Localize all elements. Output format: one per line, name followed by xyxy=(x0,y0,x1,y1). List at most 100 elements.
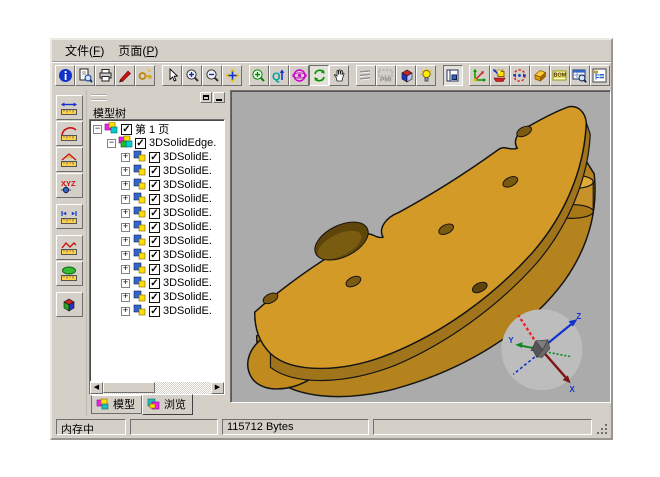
tree-row-part[interactable]: 3DSolidE. xyxy=(90,220,224,234)
tree-expander[interactable] xyxy=(121,265,130,274)
zoom-window-button[interactable] xyxy=(249,65,269,86)
bom-button[interactable]: BOM xyxy=(550,65,570,86)
tree-expander[interactable] xyxy=(121,195,130,204)
tree-checkbox[interactable] xyxy=(149,194,160,205)
tree-expander[interactable] xyxy=(121,153,130,162)
svg-text:XYZ: XYZ xyxy=(61,179,76,188)
panel-tabs: 模型 浏览 xyxy=(89,395,225,416)
open-preview-button[interactable] xyxy=(75,65,95,86)
move-axes-button[interactable] xyxy=(469,65,489,86)
part-icon xyxy=(132,303,147,319)
annotate-pen-button[interactable] xyxy=(115,65,135,86)
measure-angle-button[interactable] xyxy=(56,147,83,172)
measure-volume-button[interactable] xyxy=(56,292,83,317)
scrollbar-thumb[interactable] xyxy=(103,382,155,393)
eraser-button[interactable] xyxy=(530,65,550,86)
annotate-pen-icon xyxy=(118,68,133,83)
nav-ball[interactable]: Z Y X xyxy=(501,309,582,394)
scroll-right-button[interactable]: ▶ xyxy=(211,382,224,394)
measure-area-button[interactable] xyxy=(56,261,83,286)
status-field-4 xyxy=(373,419,592,435)
model-tree[interactable]: 第 1 页 3DSolidEdge. 3DSolidE. 3DSolidE. 3… xyxy=(89,119,225,395)
measure-coordinate-button[interactable]: XYZ xyxy=(56,173,83,198)
tree-expander[interactable] xyxy=(121,237,130,246)
viewport-3d[interactable]: Z Y X xyxy=(230,90,611,403)
tree-checkbox[interactable] xyxy=(149,152,160,163)
resize-grip[interactable] xyxy=(596,423,608,435)
material-cube-button[interactable] xyxy=(396,65,416,86)
zoom-dynamic-button[interactable]: Q xyxy=(269,65,289,86)
tree-checkbox[interactable] xyxy=(149,264,160,275)
tree-expander[interactable] xyxy=(93,125,102,134)
tree-row-part[interactable]: 3DSolidE. xyxy=(90,262,224,276)
panel-book-button[interactable] xyxy=(443,65,463,86)
orbit-rotate-button[interactable] xyxy=(289,65,309,86)
menu-file[interactable]: 文件(F) xyxy=(58,40,111,61)
menu-page[interactable]: 页面(P) xyxy=(111,40,165,61)
viewport-canvas: Z Y X xyxy=(231,91,610,402)
tree-checkbox[interactable] xyxy=(149,236,160,247)
scroll-left-button[interactable]: ◀ xyxy=(90,382,103,394)
tree-row-assembly[interactable]: 3DSolidEdge. xyxy=(90,136,224,150)
layers-button xyxy=(356,65,376,86)
scrollbar-track[interactable] xyxy=(103,382,211,394)
tree-row-part[interactable]: 3DSolidE. xyxy=(90,150,224,164)
pan-arrows-icon xyxy=(225,68,240,83)
measure-span-button[interactable] xyxy=(56,204,83,229)
explode-button[interactable] xyxy=(490,65,510,86)
tree-row-part[interactable]: 3DSolidE. xyxy=(90,234,224,248)
tree-expander[interactable] xyxy=(121,307,130,316)
select-cursor-button[interactable] xyxy=(162,65,182,86)
tree-checkbox[interactable] xyxy=(149,180,160,191)
pan-hand-button[interactable] xyxy=(329,65,349,86)
tree-checkbox[interactable] xyxy=(149,208,160,219)
tree-expander[interactable] xyxy=(121,251,130,260)
measure-polyline-icon xyxy=(60,240,78,256)
tree-expander[interactable] xyxy=(121,279,130,288)
zoom-in-button[interactable] xyxy=(182,65,202,86)
measure-polyline-button[interactable] xyxy=(56,235,83,260)
tree-row-part[interactable]: 3DSolidE. xyxy=(90,290,224,304)
tree-expander[interactable] xyxy=(107,139,116,148)
light-button[interactable] xyxy=(416,65,436,86)
tree-row-part[interactable]: 3DSolidE. xyxy=(90,206,224,220)
tree-checkbox[interactable] xyxy=(149,166,160,177)
tree-row-part[interactable]: 3DSolidE. xyxy=(90,164,224,178)
tree-expander[interactable] xyxy=(121,223,130,232)
tree-expander[interactable] xyxy=(121,167,130,176)
tree-expander[interactable] xyxy=(121,293,130,302)
tree-row-part[interactable]: 3DSolidE. xyxy=(90,276,224,290)
tree-expander[interactable] xyxy=(121,209,130,218)
print-button[interactable] xyxy=(95,65,115,86)
zoom-out-button[interactable] xyxy=(202,65,222,86)
horizontal-scrollbar[interactable]: ◀ ▶ xyxy=(90,381,224,394)
measure-distance-button[interactable] xyxy=(56,95,83,120)
tree-view-button[interactable] xyxy=(590,65,610,86)
tree-row-part[interactable]: 3DSolidE. xyxy=(90,248,224,262)
tree-checkbox[interactable] xyxy=(149,250,160,261)
tree-checkbox[interactable] xyxy=(135,138,146,149)
tree-row-part[interactable]: 3DSolidE. xyxy=(90,192,224,206)
panel-book-icon xyxy=(445,68,460,83)
tree-row-part[interactable]: 3DSolidE. xyxy=(90,178,224,192)
tree-checkbox[interactable] xyxy=(149,292,160,303)
measure-radius-button[interactable] xyxy=(56,121,83,146)
pan-arrows-button[interactable] xyxy=(222,65,242,86)
panel-drag-grip[interactable] xyxy=(91,94,107,101)
tab-browse[interactable]: 浏览 xyxy=(142,394,193,415)
panel-hide-button[interactable] xyxy=(213,92,225,103)
tree-checkbox[interactable] xyxy=(149,306,160,317)
tree-checkbox[interactable] xyxy=(149,278,160,289)
table-search-button[interactable] xyxy=(570,65,590,86)
tree-checkbox[interactable] xyxy=(121,124,132,135)
key-button[interactable] xyxy=(135,65,155,86)
refresh-view-button[interactable] xyxy=(309,65,329,86)
tab-model[interactable]: 模型 xyxy=(91,395,142,414)
spin-animate-button[interactable] xyxy=(510,65,530,86)
info-button[interactable] xyxy=(55,65,75,86)
tree-row-page[interactable]: 第 1 页 xyxy=(90,122,224,136)
tree-checkbox[interactable] xyxy=(149,222,160,233)
panel-float-button[interactable] xyxy=(200,92,212,103)
tree-expander[interactable] xyxy=(121,181,130,190)
tree-row-part[interactable]: 3DSolidE. xyxy=(90,304,224,318)
